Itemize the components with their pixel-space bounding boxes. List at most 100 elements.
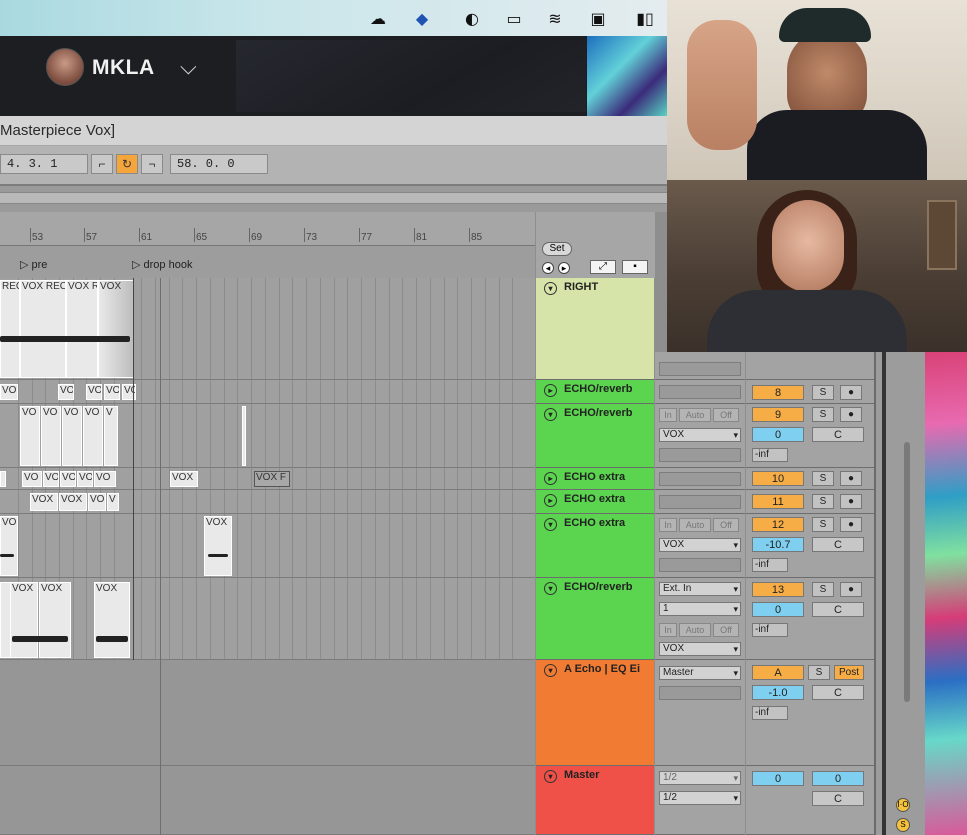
creative-cloud-icon[interactable]: ☁ <box>365 8 391 28</box>
track-name[interactable]: RIGHT <box>564 281 598 293</box>
fold-icon[interactable]: ▾ <box>544 664 557 677</box>
post-button[interactable]: Post <box>834 665 864 680</box>
track-header[interactable]: ▾ ECHO extra <box>536 514 654 578</box>
output-select[interactable]: Master <box>659 666 741 680</box>
track-activator[interactable]: 13 <box>752 582 804 597</box>
audio-clip[interactable]: VOX <box>204 516 232 576</box>
universal-audio-icon[interactable]: ◆ <box>407 8 437 28</box>
input-select[interactable]: VOX <box>659 642 741 656</box>
io-empty[interactable] <box>659 686 741 700</box>
sends-toggle-icon[interactable]: S <box>896 818 910 832</box>
beat-ruler[interactable]: 53 57 61 65 69 73 77 81 85 <box>0 212 535 246</box>
track-lane[interactable]: VOX VOX VOX <box>0 578 535 660</box>
user-name[interactable]: MKLA <box>92 56 155 80</box>
moon-icon[interactable]: ◐ <box>459 8 485 28</box>
cue-volume-field[interactable]: 0 <box>752 771 804 786</box>
audio-clip[interactable]: VO <box>88 493 106 511</box>
solo-button[interactable]: S <box>812 407 834 422</box>
input-channel-select[interactable]: 1 <box>659 602 741 616</box>
monitor-auto-button[interactable]: Auto <box>679 518 711 532</box>
io-empty[interactable] <box>659 558 741 572</box>
locator-lane[interactable]: ▷ pre ▷ drop hook <box>0 246 535 278</box>
track-name[interactable]: ECHO/reverb <box>564 407 632 419</box>
track-lane[interactable]: VOX VOX VO V <box>0 490 535 514</box>
monitor-in-button[interactable]: In <box>659 518 677 532</box>
pan-field[interactable]: C <box>812 602 864 617</box>
fold-icon[interactable]: ▾ <box>544 408 557 421</box>
audio-clip[interactable]: VOX REC <box>20 280 66 378</box>
audio-clip[interactable]: V <box>104 406 118 466</box>
io-empty[interactable] <box>659 495 741 509</box>
expand-icon[interactable]: ⤢ <box>590 260 616 274</box>
audio-clip[interactable]: VOX F <box>254 471 290 487</box>
track-lane[interactable]: VO VO VO VO V <box>0 404 535 468</box>
volume-field[interactable]: -1.0 <box>752 685 804 700</box>
track-header[interactable]: ▸ ECHO extra <box>536 490 654 514</box>
track-lane[interactable]: VO VO VO VO VO <box>0 380 535 404</box>
solo-button[interactable]: S <box>812 494 834 509</box>
prev-locator-icon[interactable]: ◂ <box>542 262 554 274</box>
fold-icon[interactable]: ▾ <box>544 770 557 783</box>
audio-clip[interactable]: VOX <box>10 582 38 658</box>
punch-in-icon[interactable]: ⌐ <box>91 154 113 174</box>
audio-clip[interactable]: REC 12 <box>0 280 20 378</box>
audio-clip[interactable] <box>242 406 246 466</box>
master-out-select[interactable]: 1/2 <box>659 791 741 805</box>
track-header[interactable]: ▾ ECHO/reverb <box>536 404 654 468</box>
track-lane[interactable]: REC 12 VOX REC VOX REC VOX <box>0 278 535 380</box>
keyboard-icon[interactable]: ▣ <box>585 8 611 28</box>
send-field[interactable]: -inf <box>752 448 788 462</box>
track-name[interactable]: ECHO extra <box>564 493 625 505</box>
track-name[interactable]: A Echo | EQ Ei <box>564 663 640 675</box>
pan-field[interactable]: C <box>812 791 864 806</box>
arrangement-overview[interactable] <box>0 184 667 212</box>
monitor-auto-button[interactable]: Auto <box>679 623 711 637</box>
monitor-off-button[interactable]: Off <box>713 518 739 532</box>
track-activator[interactable]: 11 <box>752 494 804 509</box>
audio-clip[interactable]: V <box>107 493 119 511</box>
return-activator[interactable]: A <box>752 665 804 680</box>
audio-clip[interactable]: VO <box>60 471 76 487</box>
send-field[interactable]: -inf <box>752 623 788 637</box>
master-lane[interactable] <box>0 766 535 835</box>
track-name[interactable]: ECHO extra <box>564 517 625 529</box>
fold-icon[interactable]: ▸ <box>544 472 557 485</box>
scroll-thumb[interactable] <box>904 442 910 702</box>
track-name[interactable]: Master <box>564 769 599 781</box>
lock-icon[interactable]: ▪ <box>622 260 648 274</box>
track-header[interactable]: ▾ RIGHT <box>536 278 654 380</box>
volume-field[interactable]: 0 <box>752 602 804 617</box>
next-locator-icon[interactable]: ▸ <box>558 262 570 274</box>
battery-icon[interactable]: ▮▯ <box>628 8 662 28</box>
solo-button[interactable]: S <box>812 517 834 532</box>
input-type-select[interactable]: Ext. In <box>659 582 741 596</box>
loop-start-field[interactable]: 4. 3. 1 <box>0 154 88 174</box>
pan-field[interactable]: C <box>812 685 864 700</box>
audio-clip[interactable]: VOX <box>39 582 71 658</box>
track-activator[interactable]: 9 <box>752 407 804 422</box>
wifi-icon[interactable]: ≋ <box>540 8 570 28</box>
locator-pre[interactable]: ▷ pre <box>20 258 47 271</box>
fold-icon[interactable]: ▾ <box>544 518 557 531</box>
solo-button[interactable]: S <box>808 665 830 680</box>
io-empty[interactable] <box>659 362 741 376</box>
mixer-scrollbar[interactable]: I·O S <box>874 352 925 835</box>
audio-clip[interactable]: VO <box>0 516 18 576</box>
track-activator[interactable]: 12 <box>752 517 804 532</box>
master-volume-field[interactable]: 0 <box>812 771 864 786</box>
audio-clip[interactable]: VO <box>22 471 42 487</box>
send-field[interactable]: -inf <box>752 706 788 720</box>
monitor-in-button[interactable]: In <box>659 408 677 422</box>
audio-clip[interactable] <box>0 471 6 487</box>
video-feed-participant-2[interactable] <box>667 180 967 352</box>
audio-clip[interactable]: VOX <box>94 582 130 658</box>
locator-drop-hook[interactable]: ▷ drop hook <box>132 258 192 271</box>
chevron-down-icon[interactable]: ⌵ <box>180 54 197 80</box>
input-select[interactable]: VOX <box>659 538 741 552</box>
audio-clip[interactable]: VO <box>0 384 18 400</box>
loop-toggle-icon[interactable]: ↻ <box>116 154 138 174</box>
pan-field[interactable]: C <box>812 427 864 442</box>
track-name[interactable]: ECHO/reverb <box>564 581 632 593</box>
audio-clip[interactable]: VO <box>41 406 61 466</box>
monitor-off-button[interactable]: Off <box>713 623 739 637</box>
